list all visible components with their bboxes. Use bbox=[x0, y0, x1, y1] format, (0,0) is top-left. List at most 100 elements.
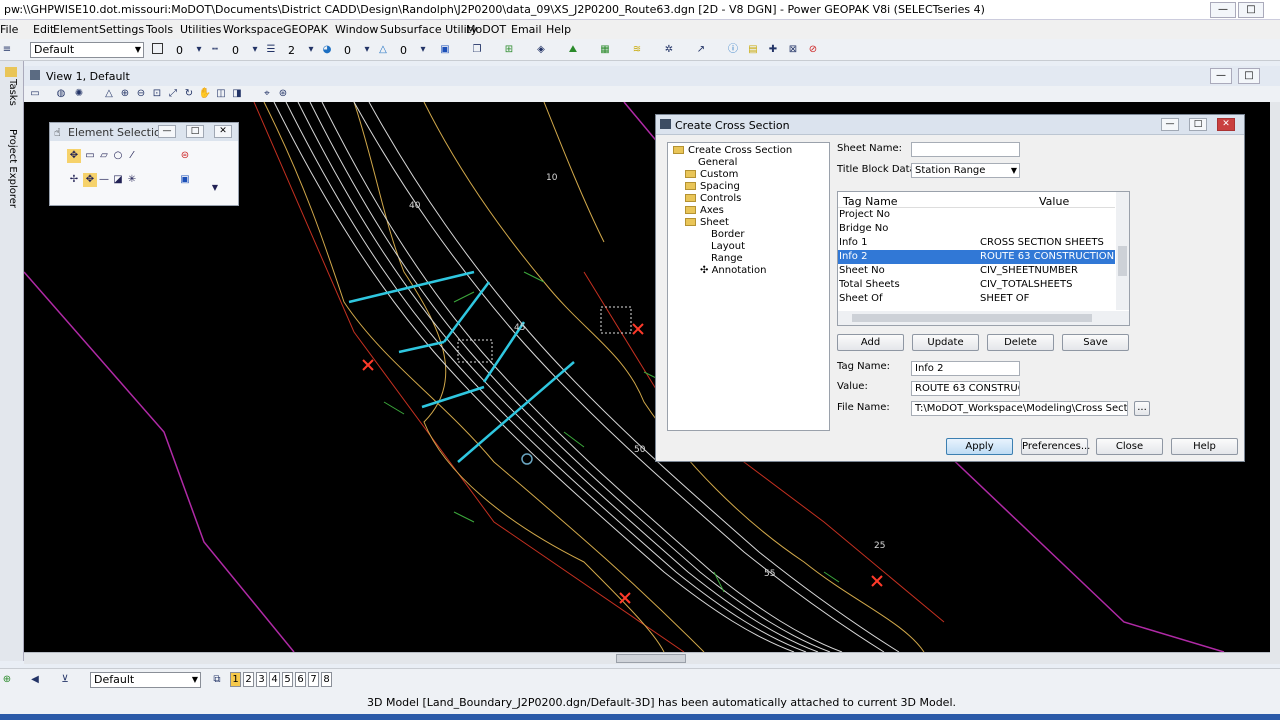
view-groups-icon[interactable]: ⧉ bbox=[210, 673, 224, 687]
tree-item-controls[interactable]: Controls bbox=[685, 193, 741, 204]
info-icon[interactable]: ⓘ bbox=[726, 43, 740, 57]
update-view-icon[interactable]: △ bbox=[102, 87, 116, 101]
table-row[interactable]: Info 1 CROSS SECTION SHEETS bbox=[838, 236, 1115, 250]
menu-subsurface-utility[interactable]: Subsurface Utility bbox=[380, 23, 477, 36]
column-value[interactable]: Value bbox=[1039, 195, 1069, 208]
terrain-icon[interactable]: ⛰ bbox=[566, 43, 580, 57]
file-name-input[interactable]: T:\MoDOT_Workspace\Modeling\Cross Sectio… bbox=[911, 401, 1128, 416]
table-horizontal-scrollbar[interactable] bbox=[838, 311, 1129, 325]
fence-icon[interactable]: ⊠ bbox=[786, 43, 800, 57]
view-previous-icon[interactable]: ◫ bbox=[214, 87, 228, 101]
pan-view-icon[interactable]: ✋ bbox=[198, 87, 212, 101]
move-icon[interactable]: ⊞ bbox=[502, 43, 516, 57]
title-block-select[interactable]: Station Range ▼ bbox=[911, 163, 1020, 178]
tree-item-axes[interactable]: Axes bbox=[685, 205, 724, 216]
table-row[interactable]: Project No bbox=[838, 208, 1115, 222]
layers-icon[interactable]: ≋ bbox=[630, 43, 644, 57]
chevron-down-icon[interactable]: ▾ bbox=[304, 43, 318, 57]
table-row[interactable]: Bridge No bbox=[838, 222, 1115, 236]
tree-item-range[interactable]: Range bbox=[711, 253, 743, 264]
view-button-8[interactable]: 8 bbox=[321, 672, 332, 687]
snap-icon[interactable]: ✚ bbox=[766, 43, 780, 57]
shape-select-icon[interactable]: ▱ bbox=[97, 149, 111, 163]
zoom-out-icon[interactable]: ⊖ bbox=[134, 87, 148, 101]
fit-view-icon[interactable]: ⤢ bbox=[166, 87, 180, 101]
invert-select-icon[interactable]: ◪ bbox=[111, 173, 125, 187]
maximize-button[interactable]: □ bbox=[1238, 2, 1264, 18]
measure-icon[interactable]: ↗ bbox=[694, 43, 708, 57]
save-button[interactable]: Save bbox=[1062, 334, 1129, 351]
sheet-name-input[interactable] bbox=[911, 142, 1020, 157]
close-button[interactable]: ✕ bbox=[214, 125, 232, 138]
value-input[interactable]: ROUTE 63 CONSTRUCT bbox=[911, 381, 1020, 396]
tree-item-custom[interactable]: Custom bbox=[685, 169, 738, 180]
priority-icon[interactable]: △ bbox=[376, 43, 390, 57]
block-select-icon[interactable]: ▭ bbox=[83, 149, 97, 163]
chevron-down-icon[interactable]: ▾ bbox=[416, 43, 430, 57]
tasks-tab[interactable]: Tasks bbox=[7, 79, 18, 106]
table-row[interactable]: Total Sheets CIV_TOTALSHEETS bbox=[838, 278, 1115, 292]
copy-icon[interactable]: ❐ bbox=[470, 43, 484, 57]
plus-icon[interactable]: ⊕ bbox=[0, 673, 14, 687]
grid-icon[interactable]: ▦ bbox=[598, 43, 612, 57]
chevron-down-icon[interactable]: ▾ bbox=[360, 43, 374, 57]
rotate-view-icon[interactable]: ↻ bbox=[182, 87, 196, 101]
add-button[interactable]: Add bbox=[837, 334, 904, 351]
update-button[interactable]: Update bbox=[912, 334, 979, 351]
apply-button[interactable]: Apply bbox=[946, 438, 1013, 455]
add-select-icon[interactable]: ✥ bbox=[83, 173, 97, 187]
table-row[interactable]: Sheet No CIV_SHEETNUMBER bbox=[838, 264, 1115, 278]
menu-tools[interactable]: Tools bbox=[146, 23, 173, 36]
analyze-icon[interactable]: ✲ bbox=[662, 43, 676, 57]
view-button-3[interactable]: 3 bbox=[256, 672, 267, 687]
individual-select-icon[interactable]: ✥ bbox=[67, 149, 81, 163]
close-dialog-button[interactable]: Close bbox=[1096, 438, 1163, 455]
menu-element[interactable]: Element bbox=[53, 23, 99, 36]
menu-workspace[interactable]: Workspace bbox=[223, 23, 283, 36]
menu-utilities[interactable]: Utilities bbox=[180, 23, 221, 36]
element-selection-icon[interactable]: ▣ bbox=[438, 43, 452, 57]
level-display-combo[interactable]: Default ▼ bbox=[90, 672, 201, 688]
chevron-down-icon[interactable]: ▾ bbox=[248, 43, 262, 57]
tree-item-sheet[interactable]: Sheet bbox=[685, 217, 729, 228]
maximize-button[interactable]: □ bbox=[186, 125, 204, 138]
tree-item-layout[interactable]: Layout bbox=[711, 241, 745, 252]
subtract-select-icon[interactable]: — bbox=[97, 173, 111, 187]
minimize-button[interactable]: — bbox=[1210, 2, 1236, 18]
scroll-thumb[interactable] bbox=[1118, 246, 1127, 276]
display-style-icon[interactable]: ◍ bbox=[54, 87, 68, 101]
circle-select-icon[interactable]: ○ bbox=[111, 149, 125, 163]
view-button-4[interactable]: 4 bbox=[269, 672, 280, 687]
view-button-2[interactable]: 2 bbox=[243, 672, 254, 687]
view-button-1[interactable]: 1 bbox=[230, 672, 241, 687]
menu-file[interactable]: File bbox=[0, 23, 18, 36]
menu-window[interactable]: Window bbox=[335, 23, 378, 36]
table-row-selected[interactable]: Info 2 ROUTE 63 CONSTRUCTION bbox=[838, 250, 1115, 264]
table-vertical-scrollbar[interactable] bbox=[1116, 192, 1129, 310]
tag-name-input[interactable]: Info 2 bbox=[911, 361, 1020, 376]
tree-root[interactable]: Create Cross Section bbox=[673, 145, 792, 156]
back-icon[interactable]: ◀ bbox=[28, 673, 42, 687]
view-next-icon[interactable]: ◨ bbox=[230, 87, 244, 101]
menu-email[interactable]: Email bbox=[511, 23, 542, 36]
line-style-icon[interactable]: ┅ bbox=[208, 43, 222, 57]
color-swatch-icon[interactable] bbox=[152, 43, 163, 54]
line-select-icon[interactable]: ⁄ bbox=[125, 149, 139, 163]
menu-geopak[interactable]: GEOPAK bbox=[283, 23, 328, 36]
element-info-icon[interactable]: ⊻ bbox=[58, 673, 72, 687]
help-button[interactable]: Help bbox=[1171, 438, 1238, 455]
minimize-button[interactable]: — bbox=[158, 125, 176, 138]
view-button-6[interactable]: 6 bbox=[295, 672, 306, 687]
tree-item-spacing[interactable]: Spacing bbox=[685, 181, 740, 192]
transparency-icon[interactable]: ◕ bbox=[320, 43, 334, 57]
menu-modot[interactable]: MoDOT bbox=[466, 23, 506, 36]
table-row[interactable]: Sheet Of SHEET OF bbox=[838, 292, 1115, 306]
menu-help[interactable]: Help bbox=[546, 23, 571, 36]
menu-edit[interactable]: Edit bbox=[33, 23, 54, 36]
toggle-select-icon[interactable]: ✳ bbox=[125, 173, 139, 187]
tree-item-annotation[interactable]: ✣ Annotation bbox=[700, 265, 766, 276]
window-area-icon[interactable]: ⊡ bbox=[150, 87, 164, 101]
line-weight-icon[interactable]: ☰ bbox=[264, 43, 278, 57]
view-minimize-button[interactable]: — bbox=[1210, 68, 1232, 84]
settings-icon[interactable]: ✺ bbox=[72, 87, 86, 101]
